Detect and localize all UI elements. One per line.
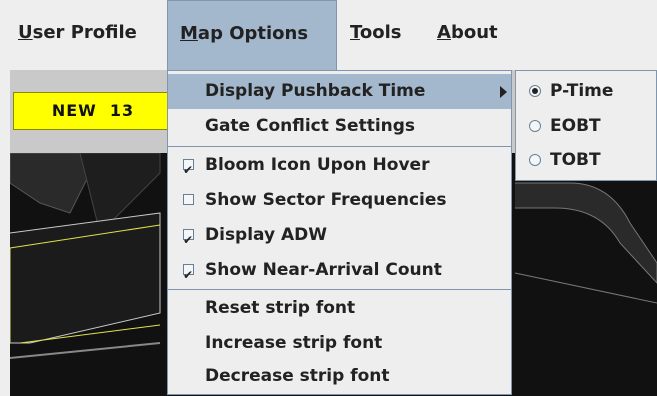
radio-selected-icon[interactable] (529, 85, 541, 97)
map-options-menu: Display Pushback Time Gate Conflict Sett… (167, 70, 512, 395)
radio-option-label: P-Time (550, 81, 614, 101)
menu-item-label: Increase strip font (205, 333, 383, 353)
taxiway-curve (515, 182, 657, 284)
menu-map-options[interactable]: Map Options (167, 0, 337, 70)
menu-item-label: Display Pushback Time (205, 81, 426, 101)
menu-item-label: Bloom Icon Upon Hover (205, 155, 430, 175)
radio-option-label: EOBT (550, 116, 601, 136)
taxiway-edge (10, 342, 161, 359)
mnemonic: M (180, 23, 198, 44)
menu-item-increase-strip-font[interactable]: Increase strip font (168, 326, 511, 361)
menu-item-label: Gate Conflict Settings (205, 116, 416, 136)
menu-item-gate-conflict-settings[interactable]: Gate Conflict Settings (168, 109, 511, 144)
new-flights-badge[interactable]: NEW 13 (13, 92, 173, 130)
menu-item-label: Show Near-Arrival Count (205, 260, 442, 280)
pushback-time-submenu: P-Time EOBT TOBT (515, 70, 657, 181)
menu-item-label: Display ADW (205, 225, 328, 245)
menu-item-reset-strip-font[interactable]: Reset strip font (168, 291, 511, 326)
menu-tools[interactable]: Tools (350, 0, 402, 70)
menu-item-display-pushback-time[interactable]: Display Pushback Time (168, 74, 511, 109)
menu-item-display-adw[interactable]: Display ADW (168, 218, 511, 258)
radio-option-eobt[interactable]: EOBT (516, 109, 656, 143)
menu-separator (168, 289, 511, 290)
menu-item-bloom-icon-upon-hover[interactable]: Bloom Icon Upon Hover (168, 148, 511, 188)
radio-unselected-icon[interactable] (529, 120, 541, 132)
menu-item-show-sector-frequencies[interactable]: Show Sector Frequencies (168, 183, 511, 218)
menu-item-label: Reset strip font (205, 298, 356, 318)
menu-item-show-near-arrival-count[interactable]: Show Near-Arrival Count (168, 253, 511, 293)
mnemonic: A (437, 22, 451, 43)
checkbox-checked-icon[interactable] (183, 153, 194, 188)
mnemonic: U (18, 22, 33, 43)
taxiway-edge (514, 272, 657, 304)
checkbox-checked-icon[interactable] (183, 258, 194, 293)
menu-about[interactable]: About (437, 0, 498, 70)
checkbox-unchecked-icon[interactable] (183, 194, 194, 205)
menu-item-label: Decrease strip font (205, 366, 390, 386)
radio-option-label: TOBT (550, 150, 601, 170)
menu-label: bout (450, 22, 498, 43)
menu-separator (168, 146, 511, 147)
radio-option-p-time[interactable]: P-Time (516, 74, 656, 108)
menu-item-label: Show Sector Frequencies (205, 190, 447, 210)
submenu-arrow-icon (500, 86, 507, 98)
radio-option-tobt[interactable]: TOBT (516, 143, 656, 177)
radio-unselected-icon[interactable] (529, 154, 541, 166)
apron-outline (10, 212, 161, 344)
menu-label: ap Options (197, 23, 309, 44)
menu-item-decrease-strip-font[interactable]: Decrease strip font (168, 359, 511, 394)
menu-user-profile[interactable]: User Profile (18, 0, 137, 70)
menu-label: ser Profile (32, 22, 137, 43)
mnemonic: T (350, 22, 360, 43)
menu-label: ools (359, 22, 402, 43)
menu-bar: User Profile Map Options Tools About (0, 0, 657, 70)
checkbox-checked-icon[interactable] (183, 223, 194, 258)
